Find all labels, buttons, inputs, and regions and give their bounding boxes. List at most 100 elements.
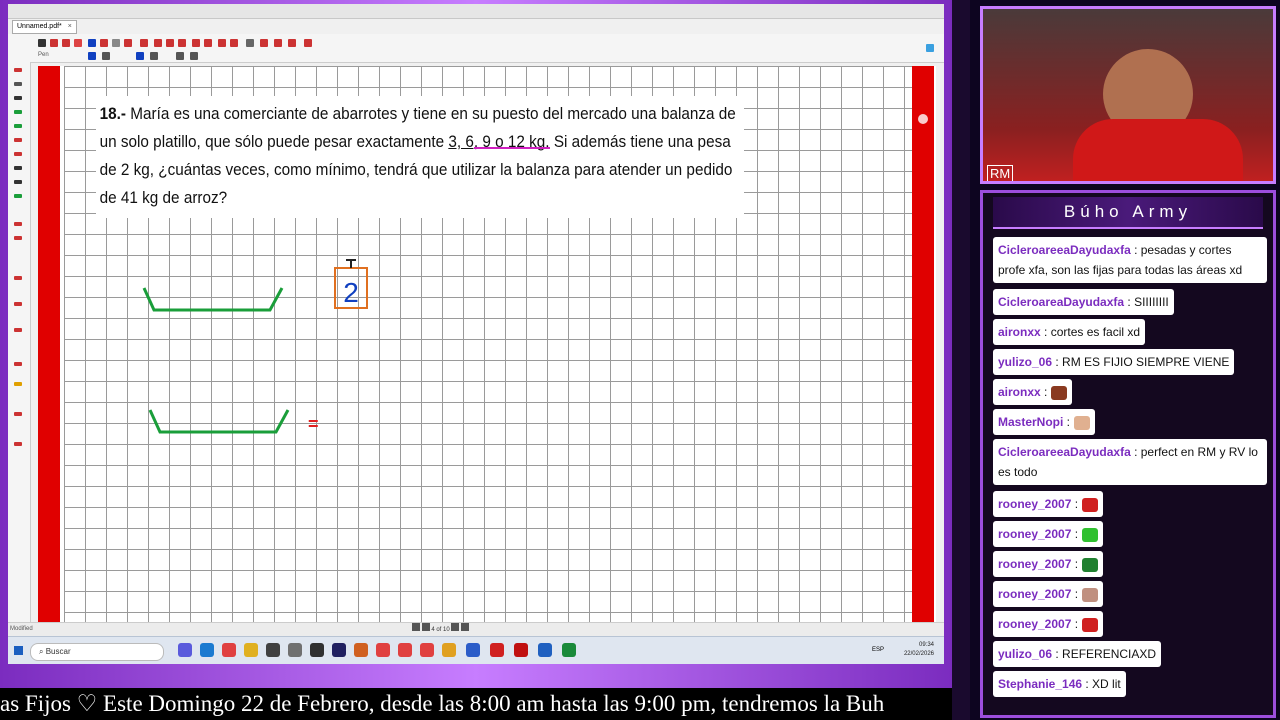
search-icon[interactable] — [230, 39, 238, 47]
document-canvas[interactable]: 18.- María es una comerciante de abarrot… — [38, 66, 936, 622]
chat-text: : SIIIIIIII — [1124, 295, 1169, 309]
sidebar-tool-icon[interactable] — [14, 152, 22, 156]
pen-tool-icon[interactable] — [50, 39, 58, 47]
chat-username[interactable]: aironxx — [998, 325, 1041, 339]
text-tool-icon[interactable] — [112, 39, 120, 47]
crop-icon[interactable] — [246, 39, 254, 47]
app-icon[interactable] — [178, 643, 192, 657]
attach-icon[interactable] — [204, 39, 212, 47]
chat-username[interactable]: aironxx — [998, 385, 1041, 399]
arrow-tool-icon[interactable] — [140, 39, 148, 47]
chat-username[interactable]: MasterNopi — [998, 415, 1063, 429]
system-clock[interactable]: 09:34 22/02/2026 — [904, 641, 934, 659]
collapse-toolbar-icon[interactable] — [926, 44, 934, 52]
chrome-icon[interactable] — [420, 643, 434, 657]
sidebar-tool-icon[interactable] — [14, 180, 22, 184]
next-page-icon[interactable] — [451, 623, 460, 631]
app-icon[interactable] — [266, 643, 280, 657]
tab-close-icon[interactable]: × — [68, 23, 72, 30]
taskbar-search[interactable]: ⌕ Buscar — [30, 643, 164, 661]
angle-icon[interactable] — [190, 52, 198, 60]
shape-tool-icon[interactable] — [124, 39, 132, 47]
chat-username[interactable]: Stephanie_146 — [998, 677, 1082, 691]
chrome-icon[interactable] — [398, 643, 412, 657]
sidebar-tool-icon[interactable] — [14, 68, 22, 72]
sidebar-tool-icon[interactable] — [14, 442, 22, 446]
rectangle-tool-icon[interactable] — [154, 39, 162, 47]
link-icon[interactable] — [218, 39, 226, 47]
tab-document[interactable]: Unnamed.pdf* × — [12, 20, 77, 34]
chat-username[interactable]: rooney_2007 — [998, 617, 1071, 631]
heart-icon[interactable] — [304, 39, 312, 47]
first-page-icon[interactable] — [412, 623, 420, 631]
pdf-icon[interactable] — [514, 643, 528, 657]
app-icon[interactable] — [332, 643, 346, 657]
pdf-icon[interactable] — [490, 643, 504, 657]
chat-username[interactable]: CicleroareeaDayudaxfa — [998, 445, 1131, 459]
annotation-toolbar: Pen — [8, 34, 944, 63]
sidebar-tool-icon[interactable] — [14, 412, 22, 416]
select-tool-icon[interactable] — [38, 39, 46, 47]
sidebar-tool-icon[interactable] — [14, 110, 22, 114]
pen-color-icon[interactable] — [88, 52, 96, 60]
news-ticker: as Fijos ♡ Este Domingo 22 de Febrero, d… — [0, 688, 952, 720]
chat-message: rooney_2007 : — [993, 491, 1104, 517]
ruler-icon[interactable] — [136, 52, 144, 60]
chat-username[interactable]: yulizo_06 — [998, 355, 1052, 369]
sidebar-tool-icon[interactable] — [14, 96, 22, 100]
circle-tool-icon[interactable] — [166, 39, 174, 47]
chat-message: yulizo_06 : RM ES FIJIO SIEMPRE VIENE — [993, 349, 1235, 375]
measure-icon[interactable] — [260, 39, 268, 47]
folder-icon[interactable] — [244, 643, 258, 657]
stamp-icon[interactable] — [192, 39, 200, 47]
highlighter-icon[interactable] — [62, 39, 70, 47]
chat-username[interactable]: CicleroareaDayudaxfa — [998, 295, 1124, 309]
zoom-icon[interactable] — [538, 643, 552, 657]
sidebar-tool-icon[interactable] — [14, 166, 22, 170]
sidebar-tool-icon[interactable] — [14, 194, 22, 198]
sum-icon[interactable] — [288, 39, 296, 47]
chat-username[interactable]: rooney_2007 — [998, 557, 1071, 571]
page-indicator[interactable]: 4 of 10 — [431, 627, 449, 633]
chrome-icon[interactable] — [442, 643, 456, 657]
chat-text: : REFERENCIAXD — [1052, 647, 1157, 661]
sidebar-tool-icon[interactable] — [14, 382, 22, 386]
chat-username[interactable]: rooney_2007 — [998, 497, 1071, 511]
app-icon[interactable] — [288, 643, 302, 657]
sidebar-tool-icon[interactable] — [14, 302, 22, 306]
sidebar-tool-icon[interactable] — [14, 276, 22, 280]
protractor-icon[interactable] — [150, 52, 158, 60]
chrome-icon[interactable] — [376, 643, 390, 657]
emote-icon — [1082, 587, 1099, 602]
sidebar-tool-icon[interactable] — [14, 138, 22, 142]
app-icon[interactable] — [354, 643, 368, 657]
eraser-icon[interactable] — [74, 39, 82, 47]
polygon-tool-icon[interactable] — [178, 39, 186, 47]
prev-page-icon[interactable] — [421, 623, 430, 631]
obs-icon[interactable] — [310, 643, 324, 657]
sidebar-tool-icon[interactable] — [14, 222, 22, 226]
chat-username[interactable]: yulizo_06 — [998, 647, 1052, 661]
sidebar-tool-icon[interactable] — [14, 236, 22, 240]
word-icon[interactable] — [466, 643, 480, 657]
sidebar-tool-icon[interactable] — [14, 328, 22, 332]
line-width-icon[interactable] — [102, 52, 110, 60]
chat-username[interactable]: rooney_2007 — [998, 527, 1071, 541]
chrome-icon[interactable] — [222, 643, 236, 657]
language-indicator[interactable]: ESP — [872, 647, 884, 653]
divider-icon[interactable] — [176, 52, 184, 60]
chat-username[interactable]: CicleroareeaDayudaxfa — [998, 243, 1131, 257]
weight-value: 2 — [343, 277, 359, 308]
chat-username[interactable]: rooney_2007 — [998, 587, 1071, 601]
line-tool-icon[interactable] — [100, 39, 108, 47]
excel-icon[interactable] — [562, 643, 576, 657]
sidebar-tool-icon[interactable] — [14, 124, 22, 128]
edge-icon[interactable] — [200, 643, 214, 657]
sidebar-tool-icon[interactable] — [14, 82, 22, 86]
emote-icon — [1082, 497, 1099, 512]
sidebar-tool-icon[interactable] — [14, 362, 22, 366]
pencil-icon[interactable] — [88, 39, 96, 47]
last-page-icon[interactable] — [461, 623, 470, 631]
grid-icon[interactable] — [274, 39, 282, 47]
windows-start-icon[interactable] — [14, 646, 23, 655]
